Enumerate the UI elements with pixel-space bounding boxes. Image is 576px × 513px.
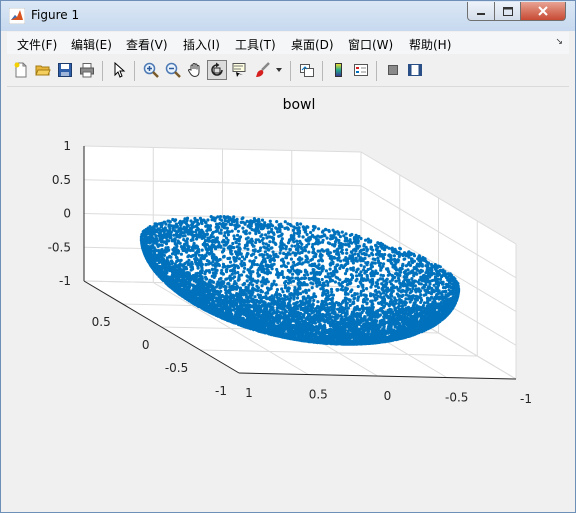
y-tick-label: 0 [142,338,150,352]
y-tick-label: -1 [215,384,227,398]
menu-edit[interactable]: 编辑(E) [71,36,112,53]
menu-tools[interactable]: 工具(T) [235,36,276,53]
z-tick-label: 0 [63,207,71,221]
menu-window[interactable]: 窗口(W) [348,36,393,53]
zoom-out-icon[interactable] [163,60,183,80]
maximize-icon [502,6,513,16]
plot-title: bowl [283,97,316,113]
x-tick-label: 0.5 [309,388,328,402]
menu-view[interactable]: 查看(V) [126,36,168,53]
save-icon[interactable] [55,60,75,80]
show-plot-tools-icon[interactable] [405,60,425,80]
zoom-in-icon[interactable] [141,60,161,80]
window-title: Figure 1 [31,8,80,22]
pan-hand-icon[interactable] [185,60,205,80]
x-tick-label: 0 [384,389,392,403]
select-arrow-icon[interactable] [109,60,129,80]
x-tick-label: -0.5 [445,391,468,405]
hide-plot-tools-icon[interactable] [383,60,403,80]
scatter3-axes[interactable]: 1 0.5 0 -0.5 -1 0.5 0 -0.5 -1 1 0.5 0 -0.5 -1 bowl [7,88,569,504]
z-tick-label: -0.5 [48,240,71,254]
x-tick-label: 1 [245,386,253,400]
toolbar-separator [102,61,103,81]
y-tick-label: -0.5 [165,361,188,375]
menu-help[interactable]: 帮助(H) [409,36,451,53]
figure-canvas[interactable]: 1 0.5 0 -0.5 -1 0.5 0 -0.5 -1 1 0.5 0 -0.5 -1 bowl [7,88,569,504]
close-button[interactable] [520,2,566,21]
z-tick-label: -1 [59,274,71,288]
x-tick-label: -1 [520,392,532,406]
legend-icon[interactable] [351,60,371,80]
rotate-3d-icon[interactable] [207,60,227,80]
open-file-icon[interactable] [33,60,53,80]
toolbar-separator [376,61,377,81]
figure-toolbar [7,56,569,87]
menu-dock-arrow-icon[interactable]: ↘ [555,37,563,47]
new-figure-icon[interactable] [11,60,31,80]
minimize-icon [477,13,485,15]
matlab-logo-icon [8,7,26,25]
minimize-button[interactable] [467,2,495,21]
z-tick-label: 0.5 [52,173,71,187]
figure-window: Figure 1 文件(F) 编辑(E) 查看(V) 插入(I) 工具(T) 桌… [0,0,576,513]
title-bar[interactable]: Figure 1 [1,1,575,31]
link-plot-icon[interactable] [297,60,317,80]
menu-bar: 文件(F) 编辑(E) 查看(V) 插入(I) 工具(T) 桌面(D) 窗口(W… [7,32,569,54]
menu-insert[interactable]: 插入(I) [183,36,220,53]
toolbar-separator [290,61,291,81]
maximize-button[interactable] [494,2,521,21]
menu-desktop[interactable]: 桌面(D) [291,36,334,53]
print-icon[interactable] [77,60,97,80]
menu-file[interactable]: 文件(F) [17,36,57,53]
z-tick-label: 1 [63,139,71,153]
y-tick-label: 0.5 [92,315,111,329]
toolbar-separator [322,61,323,81]
colorbar-icon[interactable] [329,60,349,80]
close-icon [538,6,548,16]
data-cursor-icon[interactable] [229,60,249,80]
brush-dropdown-icon[interactable] [273,60,285,80]
brush-icon[interactable] [253,60,273,80]
toolbar-separator [134,61,135,81]
